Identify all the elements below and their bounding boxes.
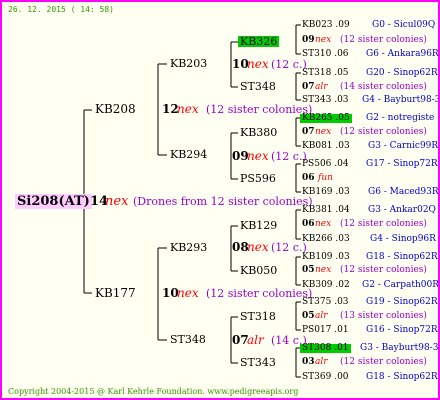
- gen4-info: G17 - Sinop72R: [366, 159, 438, 169]
- gen3-type-label: nex: [315, 219, 332, 229]
- gen4-info: G2 - notregiste: [366, 113, 435, 123]
- gen4-id[interactable]: ST310 .06: [302, 50, 349, 59]
- gen4-id[interactable]: PS506 .04: [302, 160, 349, 169]
- gen4-info: G4 - Sinop96R: [370, 234, 436, 244]
- copyright-footer: Copyright 2004-2015 @ Karl Kehrle Founda…: [8, 387, 299, 396]
- gen4-id[interactable]: KB309 .02: [302, 281, 350, 290]
- gen3-id-st318[interactable]: ST318: [240, 311, 276, 322]
- gen4-info: G18 - Sinop62R: [366, 372, 438, 382]
- gen4-id[interactable]: KB081 .03: [302, 142, 350, 151]
- root-note: (Drones from 12 sister colonies): [133, 195, 313, 208]
- gen4-info: G20 - Sinop62R: [366, 68, 438, 78]
- gen4-id[interactable]: KB265 .05: [300, 114, 352, 123]
- gen1-type-label: nex: [177, 286, 199, 300]
- gen3-id-st343[interactable]: ST343: [240, 357, 276, 368]
- gen1-note: (12 sister colonies): [206, 103, 313, 116]
- gen4-id[interactable]: ST318 .05: [302, 69, 349, 78]
- gen3-id-kb326[interactable]: KB326: [238, 36, 280, 47]
- gen3-note: (12 sister colonies): [340, 219, 427, 229]
- gen1-id-kb177[interactable]: KB177: [95, 287, 136, 299]
- gen3-number: 03: [302, 357, 315, 367]
- root-type-label: nex: [105, 194, 129, 209]
- gen4-id[interactable]: ST375 .03: [302, 298, 349, 307]
- gen3-number: 09: [302, 35, 315, 45]
- gen3-note: (12 sister colonies): [340, 127, 427, 137]
- gen3-number: 07: [302, 82, 315, 92]
- gen3-note: (14 sister colonies): [340, 82, 427, 92]
- gen4-info: G3 - Bayburt98-3: [360, 343, 439, 353]
- gen4-id[interactable]: KB266 .03: [302, 235, 350, 244]
- gen4-id[interactable]: ST369 .00: [302, 373, 349, 382]
- gen4-info: G3 - Ankar02Q: [368, 205, 436, 215]
- gen3-number: 06: [302, 219, 315, 229]
- gen1-type-label: nex: [177, 102, 199, 116]
- gen4-id[interactable]: KB109 .03: [302, 253, 350, 262]
- gen4-info: G4 - Bayburt98-3: [362, 95, 440, 105]
- root-queen-id[interactable]: Si208(AT): [15, 194, 92, 209]
- gen4-id[interactable]: KB381 .04: [302, 206, 350, 215]
- gen3-number: 05: [302, 265, 315, 275]
- gen3-type-label: alr: [315, 357, 328, 367]
- gen4-info: G0 - Sicul09Q: [372, 20, 436, 30]
- gen4-info: G3 - Carnic99R: [368, 141, 439, 151]
- gen2-id-kb203[interactable]: KB203: [170, 58, 207, 69]
- gen3-type-label: nex: [315, 265, 332, 275]
- gen4-info: G16 - Sinop72R: [366, 325, 438, 335]
- gen2-type-label: nex: [247, 57, 269, 71]
- gen1-note: (12 sister colonies): [206, 287, 313, 300]
- pedigree-frame: { "date": "26. 12. 2015 ( 14: 58)", "roo…: [0, 0, 440, 400]
- gen4-id[interactable]: ST308 .01: [300, 344, 351, 353]
- gen3-type-label: nex: [315, 127, 332, 137]
- report-date: 26. 12. 2015 ( 14: 58): [8, 5, 114, 14]
- gen3-number: 06: [302, 173, 315, 183]
- gen4-id[interactable]: ST343 .03: [302, 96, 349, 105]
- gen2-type-label: nex: [247, 240, 269, 254]
- gen2-type-label: alr: [247, 333, 264, 347]
- gen1-id-kb208[interactable]: KB208: [95, 103, 136, 115]
- gen3-id-ps596[interactable]: PS596: [240, 173, 276, 184]
- gen3-id-kb129[interactable]: KB129: [240, 220, 277, 231]
- gen2-id-st348[interactable]: ST348: [170, 334, 206, 345]
- gen2-type-label: nex: [247, 149, 269, 163]
- gen3-type-label: fun: [318, 173, 333, 183]
- gen2-id-kb294[interactable]: KB294: [170, 149, 207, 160]
- gen4-info: G19 - Sinop62R: [366, 297, 438, 307]
- gen4-info: G6 - Maced93R: [368, 187, 439, 197]
- gen4-info: G18 - Sinop62R: [366, 252, 438, 262]
- gen4-id[interactable]: KB023 .09: [302, 21, 350, 30]
- gen4-info: G2 - Carpath00R: [362, 280, 440, 290]
- gen2-id-kb293[interactable]: KB293: [170, 242, 207, 253]
- gen3-number: 05: [302, 311, 315, 321]
- gen3-id-st348[interactable]: ST348: [240, 81, 276, 92]
- gen3-note: (13 sister colonies): [340, 311, 427, 321]
- gen3-note: (12 sister colonies): [340, 35, 427, 45]
- gen3-type-label: alr: [315, 82, 328, 92]
- gen3-type-label: nex: [315, 35, 332, 45]
- gen4-id[interactable]: KB169 .03: [302, 188, 350, 197]
- gen3-note: (12 sister colonies): [340, 357, 427, 367]
- gen3-number: 07: [302, 127, 315, 137]
- gen4-info: G6 - Ankara96R: [366, 49, 439, 59]
- gen3-id-kb050[interactable]: KB050: [240, 265, 277, 276]
- gen4-id[interactable]: PS017 .01: [302, 326, 349, 335]
- gen3-type-label: alr: [315, 311, 328, 321]
- gen3-id-kb380[interactable]: KB380: [240, 127, 277, 138]
- gen3-note: (12 sister colonies): [340, 265, 427, 275]
